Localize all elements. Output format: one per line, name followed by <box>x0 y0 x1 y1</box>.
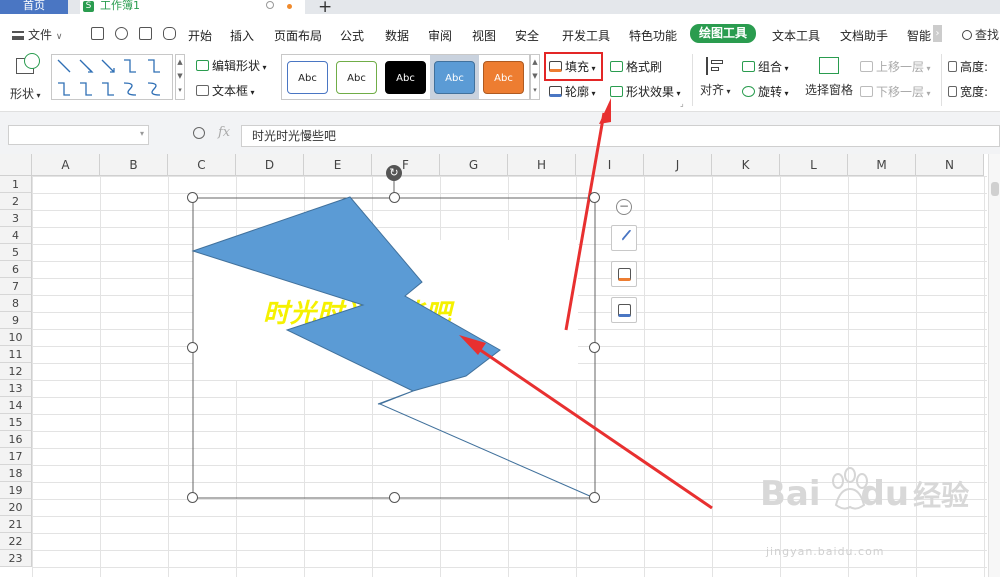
brush-icon <box>621 229 640 248</box>
collapse-toolbar-button[interactable]: − <box>616 199 632 215</box>
watermark-brand-cn: 经验 <box>913 479 970 512</box>
resize-handle-top-left[interactable] <box>187 192 198 203</box>
watermark-brand-du: du <box>860 474 910 514</box>
lightning-bolt-shape[interactable] <box>191 196 593 498</box>
annotation-arrowhead <box>599 98 611 124</box>
rotate-handle[interactable]: ↻ <box>386 165 402 181</box>
resize-handle-top[interactable] <box>389 192 400 203</box>
watermark-brand: Bai du 经验 <box>760 474 969 514</box>
fill-bucket-icon <box>618 268 631 281</box>
outline-icon <box>618 304 631 317</box>
annotation-arrow-to-shape <box>469 341 713 510</box>
resize-handle-bottom-left[interactable] <box>187 492 198 503</box>
resize-handle-bottom-right[interactable] <box>589 492 600 503</box>
watermark-url: jingyan.baidu.com <box>766 545 885 558</box>
shape-outline-button[interactable] <box>611 297 637 323</box>
resize-handle-left[interactable] <box>187 342 198 353</box>
resize-handle-bottom[interactable] <box>389 492 400 503</box>
shape-style-button[interactable] <box>611 225 640 251</box>
resize-handle-top-right[interactable] <box>589 192 600 203</box>
annotation-arrow-to-fill <box>564 112 606 331</box>
shape-fill-button[interactable] <box>611 261 637 287</box>
watermark-brand-bai: Bai <box>760 474 821 514</box>
resize-handle-right[interactable] <box>589 342 600 353</box>
